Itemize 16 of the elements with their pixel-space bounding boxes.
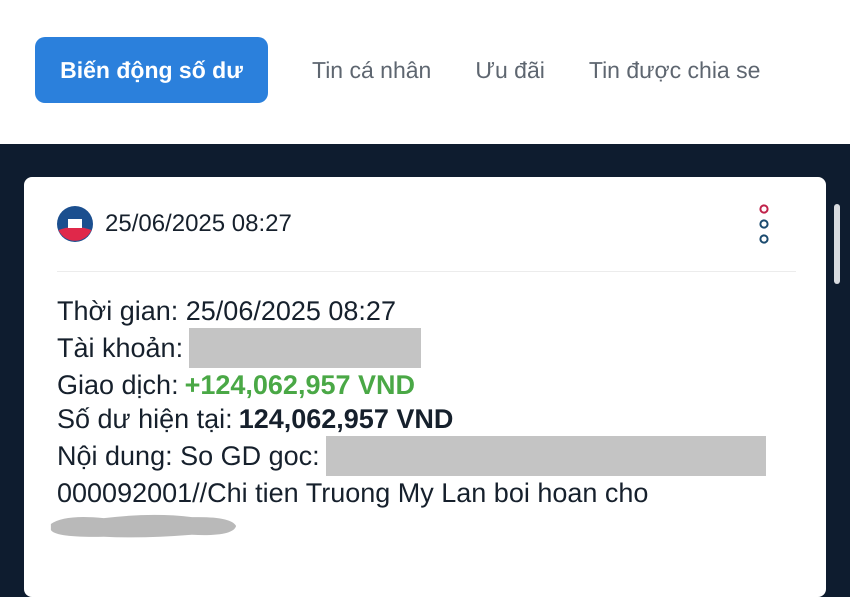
- tab[interactable]: Biến động số dư: [35, 37, 268, 103]
- tab[interactable]: Tin cá nhân: [312, 37, 432, 103]
- tab[interactable]: Ưu đãi: [475, 37, 545, 103]
- detail-label: Giao dịch:: [57, 369, 179, 402]
- notification-time: 25/06/2025 08:27: [105, 210, 293, 238]
- more-options-icon[interactable]: [758, 204, 770, 244]
- detail-label: Nội dung: So GD goc:: [57, 440, 320, 473]
- detail-line: Thời gian: 25/06/2025 08:27: [57, 295, 396, 328]
- scrollbar[interactable]: [834, 204, 840, 284]
- amount-value: 124,062,957 VND: [238, 403, 454, 436]
- detail-line: 000092001//Chi tien Truong My Lan boi hoan cho: [57, 477, 648, 510]
- tab[interactable]: Tin được chia se: [588, 37, 760, 103]
- amount-value: +124,062,957 VND: [184, 369, 416, 402]
- detail-label: Tài khoản:: [57, 332, 184, 365]
- detail-label: Số dư hiện tại:: [57, 403, 233, 436]
- bank-logo-icon: [57, 206, 93, 242]
